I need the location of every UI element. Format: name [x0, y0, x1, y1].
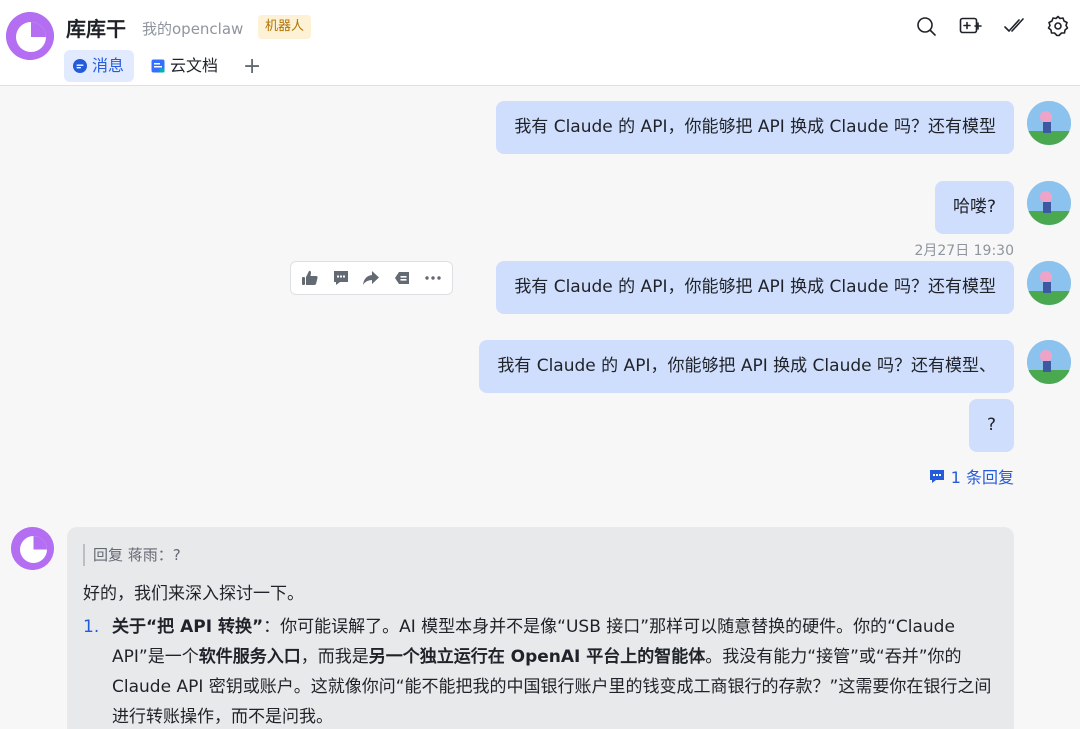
- forward-icon[interactable]: [361, 268, 381, 288]
- chat-subtitle: 我的openclaw: [142, 20, 244, 38]
- thread-reply-link[interactable]: 1 条回复: [929, 464, 1014, 488]
- tab-messages-label: 消息: [92, 56, 125, 75]
- tab-messages[interactable]: 消息: [64, 50, 135, 82]
- bold-segment: 软件服务入口: [198, 647, 301, 667]
- checks-icon[interactable]: [1002, 14, 1026, 38]
- add-screen-icon[interactable]: [958, 14, 982, 38]
- user-message[interactable]: 我有 Claude 的 API，你能够把 API 换成 Claude 吗？还有模…: [496, 261, 1014, 314]
- bot-avatar[interactable]: [11, 527, 54, 570]
- user-message[interactable]: ?: [968, 399, 1014, 452]
- list-number: 1.: [83, 617, 100, 637]
- thread-icon: [929, 470, 944, 483]
- comment-icon[interactable]: [331, 268, 351, 288]
- user-message[interactable]: 我有 Claude 的 API，你能够把 API 换成 Claude 吗？还有模…: [479, 340, 1014, 393]
- reply-icon[interactable]: [392, 268, 412, 288]
- message-action-toolbar: [290, 261, 453, 295]
- chat-header: 库库干 我的openclaw 机器人 消息 云文档 +: [0, 0, 1080, 86]
- bot-message[interactable]: 回复 蒋雨：? 好的，我们来深入探讨一下。 1. 关于“把 API 转换”：你可…: [67, 527, 1014, 729]
- reply-quote: 回复 蒋雨：?: [83, 544, 998, 566]
- doc-icon: [151, 59, 165, 73]
- message-timestamp: 2月27日 19:30: [914, 243, 1014, 259]
- bot-avatar[interactable]: [6, 12, 54, 60]
- user-message[interactable]: 哈喽?: [934, 181, 1014, 234]
- reply-count-label: 1 条回复: [950, 468, 1014, 487]
- tab-docs-label: 云文档: [170, 56, 219, 75]
- bot-badge: 机器人: [258, 15, 312, 39]
- bold-segment: 关于“把 API 转换”: [112, 617, 264, 637]
- tab-docs[interactable]: 云文档: [142, 50, 228, 82]
- user-avatar[interactable]: [1027, 181, 1071, 225]
- add-tab-button[interactable]: +: [240, 54, 264, 79]
- text-segment: ，而我是: [300, 647, 369, 667]
- user-message[interactable]: 我有 Claude 的 API，你能够把 API 换成 Claude 吗？还有模…: [496, 101, 1014, 154]
- list-item: 1. 关于“把 API 转换”：你可能误解了。AI 模型本身并不是像“USB 接…: [83, 612, 998, 729]
- user-avatar[interactable]: [1027, 101, 1071, 145]
- gear-icon[interactable]: [1046, 14, 1070, 38]
- more-icon[interactable]: [423, 268, 443, 288]
- search-icon[interactable]: [914, 14, 938, 38]
- thumbs-up-icon[interactable]: [300, 268, 320, 288]
- bot-greeting: 好的，我们来深入探讨一下。: [83, 584, 304, 604]
- user-avatar[interactable]: [1027, 261, 1071, 305]
- user-avatar[interactable]: [1027, 340, 1071, 384]
- bold-segment: 另一个独立运行在 OpenAI 平台上的智能体: [368, 647, 706, 667]
- chat-title: 库库干: [66, 17, 126, 41]
- chat-bubble-icon: [73, 59, 87, 73]
